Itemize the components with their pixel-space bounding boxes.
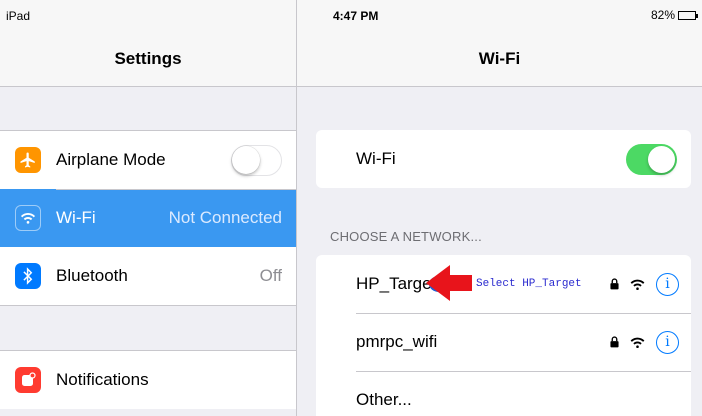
- network-row-pmrpc-wifi[interactable]: pmrpc_wifi i: [316, 313, 691, 371]
- wifi-signal-icon: [630, 279, 645, 290]
- wifi-nav-bar: Wi-Fi: [297, 32, 702, 87]
- annotation-label: Select HP_Target: [476, 278, 582, 290]
- sidebar-item-label: Wi-Fi: [56, 208, 96, 227]
- settings-group-connectivity: Airplane Mode Wi-Fi Not Connected Blueto…: [0, 130, 296, 306]
- lock-icon: [610, 336, 619, 348]
- wifi-toggle[interactable]: [626, 143, 677, 175]
- clock: 4:47 PM: [333, 9, 379, 23]
- wifi-icon: [15, 205, 41, 231]
- wifi-toggle-label: Wi-Fi: [356, 149, 396, 168]
- split-divider: [296, 0, 297, 416]
- device-name: iPad: [6, 9, 31, 23]
- settings-nav-bar: Settings: [0, 32, 296, 87]
- sidebar-item-wifi[interactable]: Wi-Fi Not Connected: [0, 189, 296, 247]
- settings-group-notifications: Notifications: [0, 350, 296, 409]
- info-icon[interactable]: i: [656, 272, 679, 296]
- battery-icon: [678, 10, 698, 20]
- wifi-signal-icon: [630, 337, 645, 348]
- bluetooth-icon: [15, 263, 41, 289]
- detail-title: Wi-Fi: [478, 49, 521, 68]
- network-indicators: i: [610, 330, 679, 354]
- airplane-icon: [15, 147, 41, 173]
- section-header: CHOOSE A NETWORK...: [330, 229, 482, 244]
- wifi-toggle-row: Wi-Fi: [316, 130, 691, 188]
- wifi-detail-pane: Wi-Fi Wi-Fi CHOOSE A NETWORK... HP_Targe…: [297, 0, 702, 416]
- battery-indicator: 82%: [650, 8, 698, 22]
- battery-percent: 82%: [650, 8, 675, 22]
- info-icon[interactable]: i: [656, 330, 679, 354]
- airplane-mode-toggle[interactable]: [231, 144, 282, 176]
- wifi-toggle-card: Wi-Fi: [316, 130, 691, 188]
- notifications-icon: [15, 367, 41, 393]
- bluetooth-status-value: Off: [259, 266, 282, 285]
- network-row-other[interactable]: Other...: [316, 371, 691, 416]
- sidebar-item-airplane-mode[interactable]: Airplane Mode: [0, 131, 296, 189]
- red-arrow-annotation: [426, 265, 472, 301]
- sidebar-item-label: Airplane Mode: [56, 150, 166, 169]
- network-indicators: i: [610, 272, 679, 296]
- settings-sidebar: Settings Airplane Mode Wi-Fi Not Connect…: [0, 0, 296, 416]
- sidebar-item-notifications[interactable]: Notifications: [0, 351, 296, 409]
- sidebar-item-label: Notifications: [56, 370, 149, 389]
- sidebar-item-label: Bluetooth: [56, 266, 128, 285]
- lock-icon: [610, 278, 619, 290]
- network-name: pmrpc_wifi: [356, 332, 438, 351]
- status-bar: iPad 4:47 PM 82%: [0, 0, 702, 32]
- network-name: Other...: [356, 390, 412, 409]
- page-title: Settings: [114, 49, 182, 68]
- wifi-status-value: Not Connected: [168, 208, 282, 227]
- sidebar-item-bluetooth[interactable]: Bluetooth Off: [0, 247, 296, 305]
